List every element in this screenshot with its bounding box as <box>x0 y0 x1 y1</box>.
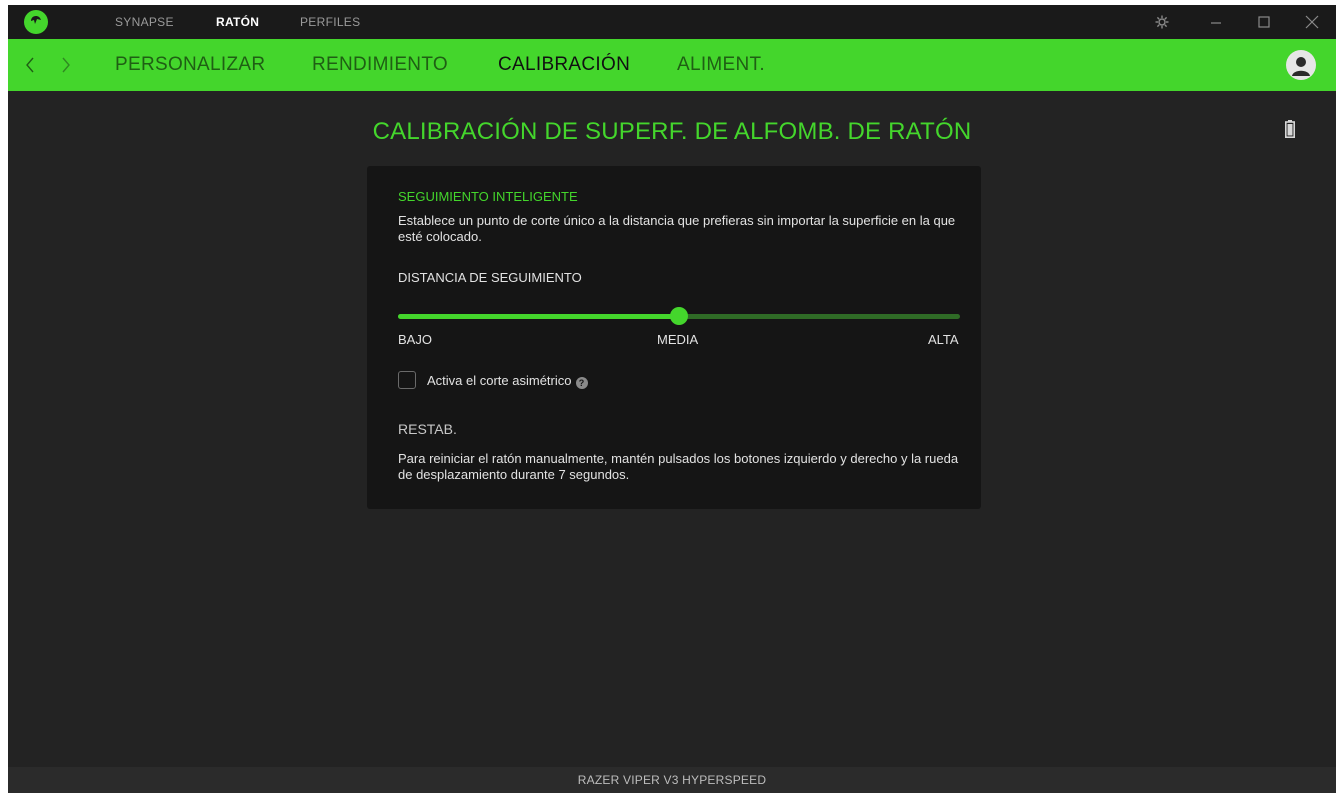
razer-logo-icon[interactable] <box>24 10 48 34</box>
slider-fill <box>398 314 679 319</box>
distance-label: DISTANCIA DE SEGUIMIENTO <box>398 270 582 285</box>
page-title: CALIBRACIÓN DE SUPERF. DE ALFOMB. DE RAT… <box>372 118 972 145</box>
tab-synapse[interactable]: SYNAPSE <box>115 15 174 29</box>
help-icon[interactable]: ? <box>575 377 588 389</box>
section-description: Establece un punto de corte único a la d… <box>398 213 956 244</box>
tab-aliment[interactable]: ALIMENT. <box>677 54 765 76</box>
title-bar: SYNAPSE RATÓN PERFILES <box>8 5 1336 39</box>
calibration-panel: SEGUIMIENTO INTELIGENTE Establece un pun… <box>367 166 981 509</box>
battery-icon <box>1285 120 1295 143</box>
reset-description: Para reiniciar el ratón manualmente, man… <box>398 451 959 482</box>
asymmetric-cutoff-text: Activa el corte asimétrico <box>427 373 572 388</box>
tab-perfiles[interactable]: PERFILES <box>300 15 360 29</box>
slider-high-label: ALTA <box>928 332 959 347</box>
tab-calibracion[interactable]: CALIBRACIÓN <box>498 54 630 76</box>
tracking-distance-slider[interactable] <box>398 307 960 325</box>
asymmetric-cutoff-checkbox[interactable] <box>398 371 416 389</box>
settings-icon[interactable] <box>1154 14 1170 30</box>
slider-mid-label: MEDIA <box>657 332 699 347</box>
tab-rendimiento[interactable]: RENDIMIENTO <box>312 54 448 76</box>
minimize-icon[interactable] <box>1208 14 1224 30</box>
device-name-footer: RAZER VIPER V3 HYPERSPEED <box>8 767 1336 793</box>
slider-thumb[interactable] <box>670 307 688 325</box>
maximize-icon[interactable] <box>1256 14 1272 30</box>
section-title: SEGUIMIENTO INTELIGENTE <box>398 189 578 204</box>
tab-raton[interactable]: RATÓN <box>216 15 259 29</box>
user-avatar-icon[interactable] <box>1286 50 1316 80</box>
tab-personalizar[interactable]: PERSONALIZAR <box>115 54 265 76</box>
asymmetric-cutoff-label[interactable]: Activa el corte asimétrico? <box>427 373 588 389</box>
app-window: SYNAPSE RATÓN PERFILES PERSONALIZAR REND… <box>8 5 1336 793</box>
slider-low-label: BAJO <box>398 332 432 347</box>
close-icon[interactable] <box>1304 14 1320 30</box>
reset-title: RESTAB. <box>398 421 457 437</box>
forward-arrow-icon[interactable] <box>59 55 73 75</box>
back-arrow-icon[interactable] <box>23 55 37 75</box>
nav-bar: PERSONALIZAR RENDIMIENTO CALIBRACIÓN ALI… <box>8 39 1336 91</box>
